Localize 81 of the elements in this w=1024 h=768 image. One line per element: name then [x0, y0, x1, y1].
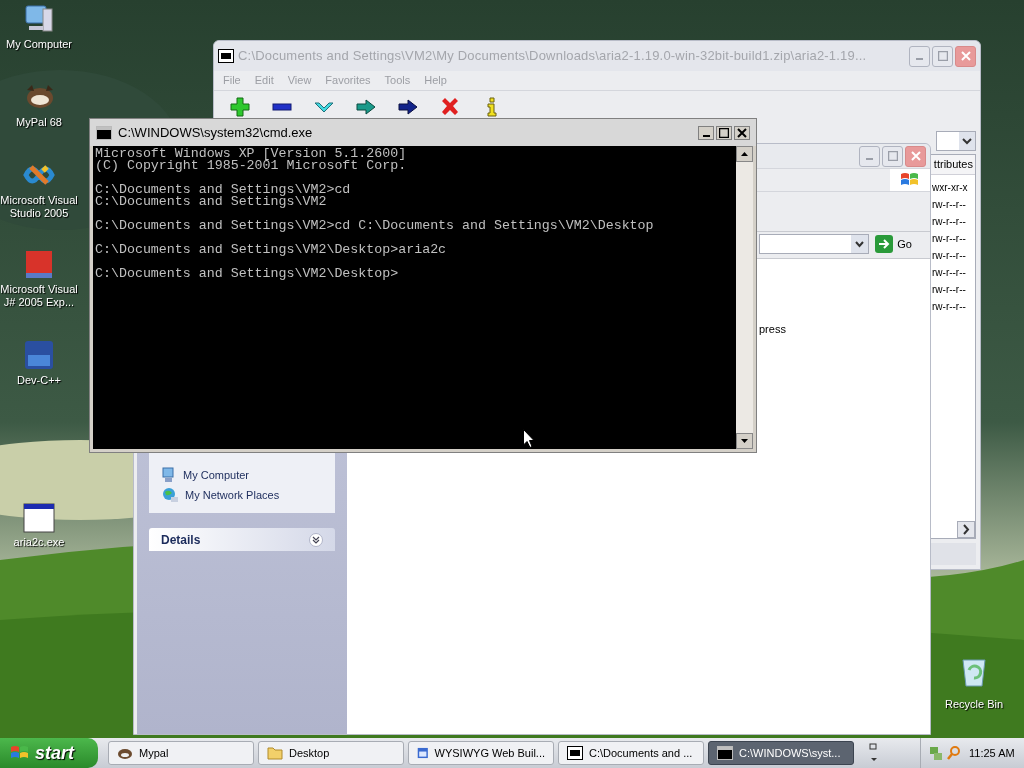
- console-line: C:\Documents and Settings\VM2>cd C:\Documents and Settings\VM2\Desktop: [95, 220, 655, 232]
- minimize-icon: [702, 134, 710, 137]
- address-dropdown[interactable]: [936, 131, 976, 151]
- desktop-icon[interactable]: Microsoft Visual Studio 2005: [0, 159, 78, 220]
- desktop-icon[interactable]: My Computer: [0, 3, 78, 51]
- expand-icon: [309, 532, 323, 547]
- taskbar-button[interactable]: C:\Documents and ...: [558, 741, 704, 765]
- place-link[interactable]: My Computer: [161, 467, 323, 483]
- address-field[interactable]: [759, 234, 870, 254]
- desktop-icon[interactable]: Dev-C++: [0, 339, 78, 387]
- scrollbar[interactable]: [736, 146, 753, 449]
- table-cell-text: rw-r--r--: [931, 198, 967, 212]
- desktop-icon[interactable]: Microsoft Visual J# 2005 Exp...: [0, 248, 78, 309]
- calendar-icon: [417, 745, 429, 761]
- computer-icon: [23, 3, 55, 35]
- table-cell-text: rw-r--r--: [931, 300, 967, 314]
- taskbar-button[interactable]: C:\WINDOWS\syst...: [708, 741, 854, 765]
- arrow-icon[interactable]: [397, 96, 419, 118]
- desktop-icon-label: My Computer: [6, 38, 72, 51]
- go-button[interactable]: Go: [875, 235, 926, 253]
- window-icon: [23, 503, 55, 533]
- maximize-button[interactable]: [716, 125, 732, 140]
- desktop-icon-label: Recycle Bin: [944, 698, 1004, 711]
- desktop-icon[interactable]: MyPal 68: [0, 81, 78, 129]
- chevron-down-icon: [851, 235, 869, 253]
- maximize-icon: [719, 127, 729, 138]
- scroll-down-icon[interactable]: [736, 433, 753, 449]
- console-line: Microsoft Windows XP [Version 5.1.2600]: [95, 148, 408, 160]
- desktop-icon-label: Microsoft Visual Studio 2005: [0, 194, 78, 220]
- window-title: C:\WINDOWS\system32\cmd.exe: [118, 123, 314, 142]
- taskbar-button[interactable]: WYSIWYG Web Buil...: [408, 741, 554, 765]
- table-cell-text: rw-r--r--: [931, 249, 967, 263]
- close-icon: [910, 151, 921, 161]
- computer-icon: [161, 467, 177, 483]
- search-icon[interactable]: [947, 745, 961, 761]
- desktop-icon-label: Microsoft Visual J# 2005 Exp...: [0, 283, 78, 309]
- table-cell-text: rw-r--r--: [931, 215, 967, 229]
- archive-icon: [218, 49, 234, 63]
- console-icon: [717, 746, 733, 760]
- maximize-icon: [937, 51, 948, 61]
- network-icon[interactable]: [929, 745, 943, 761]
- maximize-icon: [887, 151, 898, 161]
- scroll-up-icon[interactable]: [736, 146, 753, 162]
- console-icon: [96, 125, 112, 140]
- folder-icon: [267, 746, 283, 760]
- chevron-down-icon: [959, 132, 975, 150]
- close-icon: [960, 51, 971, 61]
- column-header[interactable]: ttributes: [931, 155, 975, 175]
- place-link[interactable]: My Network Places: [161, 487, 323, 503]
- console-line: C:\Documents and Settings\VM2\Desktop>: [95, 268, 400, 280]
- console-line: C:\Documents and Settings\VM2\Desktop>aria2c: [95, 244, 448, 256]
- console-line: C:\Documents and Settings\VM2>cd: [95, 184, 352, 196]
- overflow-icon[interactable]: [868, 742, 880, 764]
- scroll-right-icon[interactable]: [957, 521, 975, 538]
- table-cell-text: rw-r--r--: [931, 283, 967, 297]
- archive-icon: [567, 746, 583, 760]
- minimize-icon: [866, 158, 873, 160]
- minimize-button[interactable]: [698, 125, 714, 140]
- table-cell-text: rw-r--r--: [931, 232, 967, 246]
- table-cell-text: rw-r--r--: [931, 266, 967, 280]
- minimize-icon: [916, 58, 923, 60]
- arrow-icon[interactable]: [355, 96, 377, 118]
- close-button[interactable]: [734, 125, 750, 140]
- details-header[interactable]: Details: [149, 528, 335, 551]
- recycle-bin-icon: [959, 656, 989, 688]
- globe-icon: [161, 487, 179, 503]
- clock: 11:25 AM: [969, 745, 1015, 761]
- plus-icon[interactable]: [229, 96, 251, 118]
- close-icon: [737, 127, 747, 138]
- desktop-icon[interactable]: Recycle Bin: [936, 656, 1012, 711]
- desktop-icon-label: aria2c.exe: [13, 536, 65, 549]
- window-title: C:\Documents and Settings\VM2\My Documents\Downloads\aria2-1.19.0-win-32bit-build1.zip\aria2-1.19...: [238, 47, 868, 66]
- desktop-icon-label: Dev-C++: [17, 374, 61, 387]
- taskbar-button[interactable]: Desktop: [258, 741, 404, 765]
- console-line: (C) Copyright 1985-2001 Microsoft Corp.: [95, 160, 408, 172]
- cross-icon[interactable]: [439, 96, 461, 118]
- table-cell-text: wxr-xr-x: [931, 181, 969, 195]
- file-name: press: [759, 323, 786, 335]
- taskbar-button[interactable]: Mypal: [108, 741, 254, 765]
- console-line: C:\Documents and Settings\VM2: [95, 196, 327, 208]
- desktop-icon-label: MyPal 68: [16, 116, 62, 129]
